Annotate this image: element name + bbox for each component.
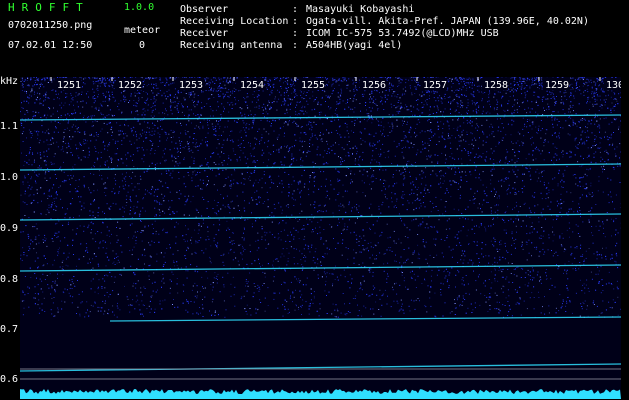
observer-value: Masayuki Kobayashi: [306, 4, 415, 15]
meteor-count: 0: [139, 40, 146, 51]
time-label: 1256: [362, 80, 386, 91]
location-key: Receiving Location: [180, 16, 289, 27]
app-title: HROFFT: [8, 1, 90, 14]
y-tick-0.7: 0.7: [0, 324, 19, 335]
y-tick-0.6: 0.6: [0, 374, 19, 385]
observer-sep: :: [292, 4, 299, 15]
antenna-sep: :: [292, 40, 299, 51]
y-unit-label: kHz: [0, 76, 19, 87]
y-tick-0.8: 0.8: [0, 274, 19, 285]
time-label: 1257: [423, 80, 447, 91]
filename-label: 0702011250.png: [8, 20, 93, 31]
time-label: 1255: [301, 80, 325, 91]
version-label: 1.0.0: [124, 2, 155, 13]
meteor-label: meteor: [124, 25, 161, 36]
y-tick-1.1: 1.1: [0, 121, 19, 132]
location-sep: :: [292, 16, 299, 27]
time-label: 1253: [179, 80, 203, 91]
spectrogram: 1251 1252 1253 1254 1255 1256 1257 1258 1259 1300: [20, 77, 621, 399]
spectrogram-background: [20, 77, 621, 399]
time-label: 1258: [484, 80, 508, 91]
time-label: 1252: [118, 80, 142, 91]
time-label: 1259: [545, 80, 569, 91]
y-tick-1.0: 1.0: [0, 172, 19, 183]
observer-key: Observer: [180, 4, 229, 15]
time-label: 1254: [240, 80, 264, 91]
receiver-key: Receiver: [180, 28, 229, 39]
location-value: Ogata-vill. Akita-Pref. JAPAN (139.96E, …: [306, 16, 589, 27]
receiver-sep: :: [292, 28, 299, 39]
antenna-key: Receiving antenna: [180, 40, 283, 51]
antenna-value: A504HB(yagi 4el): [306, 40, 403, 51]
datetime-label: 07.02.01 12:50: [8, 40, 93, 51]
receiver-value: ICOM IC-575 53.7492(@LCD)MHz USB: [306, 28, 499, 39]
y-tick-0.9: 0.9: [0, 223, 19, 234]
time-label: 1300: [606, 80, 621, 91]
time-label: 1251: [57, 80, 81, 91]
